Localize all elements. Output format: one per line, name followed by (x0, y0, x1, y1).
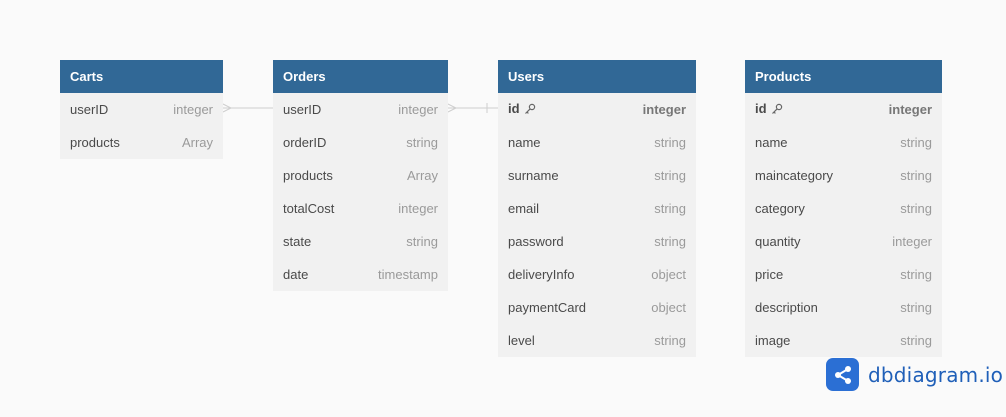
field-name: surname (508, 168, 559, 183)
field-name: quantity (755, 234, 801, 249)
table-header[interactable]: Orders (273, 60, 448, 93)
field-type: string (900, 201, 932, 216)
field-name: orderID (283, 135, 327, 150)
field-row[interactable]: paymentCard object (498, 291, 696, 324)
field-name: userID (70, 102, 109, 117)
primary-key-row[interactable]: id integer (745, 93, 942, 126)
field-name: image (755, 333, 791, 348)
field-type: integer (642, 102, 686, 117)
field-type: string (654, 168, 686, 183)
field-name: maincategory (755, 168, 834, 183)
table-products[interactable]: Products id integer name string maincate… (745, 60, 942, 357)
field-row[interactable]: orderID string (273, 126, 448, 159)
field-row[interactable]: image string (745, 324, 942, 357)
field-name: products (283, 168, 333, 183)
field-row[interactable]: level string (498, 324, 696, 357)
field-name: paymentCard (508, 300, 587, 315)
key-icon (771, 103, 783, 118)
field-type: string (654, 234, 686, 249)
field-type: string (654, 201, 686, 216)
field-row[interactable]: surname string (498, 159, 696, 192)
field-name: password (508, 234, 564, 249)
field-type: string (406, 234, 438, 249)
field-type: string (406, 135, 438, 150)
field-row[interactable]: deliveryInfo object (498, 258, 696, 291)
field-name: products (70, 135, 120, 150)
field-row[interactable]: maincategory string (745, 159, 942, 192)
field-type: string (900, 300, 932, 315)
field-type: integer (888, 102, 932, 117)
brand-text: dbdiagram.io (868, 362, 1004, 387)
field-name: state (283, 234, 312, 249)
table-header[interactable]: Products (745, 60, 942, 93)
field-row[interactable]: category string (745, 192, 942, 225)
field-type: string (654, 333, 686, 348)
field-row[interactable]: date timestamp (273, 258, 448, 291)
field-name: id (755, 101, 767, 117)
field-type: integer (398, 102, 438, 117)
primary-key-row[interactable]: id integer (498, 93, 696, 126)
field-name: totalCost (283, 201, 335, 216)
field-row[interactable]: name string (498, 126, 696, 159)
table-header[interactable]: Users (498, 60, 696, 93)
field-name: date (283, 267, 309, 282)
field-name: description (755, 300, 818, 315)
field-row[interactable]: email string (498, 192, 696, 225)
key-icon (524, 103, 536, 118)
field-row[interactable]: quantity integer (745, 225, 942, 258)
field-row[interactable]: state string (273, 225, 448, 258)
field-row[interactable]: totalCost integer (273, 192, 448, 225)
table-carts[interactable]: Carts userID integer products Array (60, 60, 223, 159)
field-type: Array (406, 168, 438, 183)
share-icon (826, 358, 859, 391)
table-orders[interactable]: Orders userID integer orderID string pro… (273, 60, 448, 291)
field-name: level (508, 333, 535, 348)
field-type: integer (398, 201, 438, 216)
field-name: userID (283, 102, 322, 117)
field-name: name (755, 135, 788, 150)
field-name: name (508, 135, 541, 150)
field-type: object (651, 267, 686, 282)
field-row[interactable]: description string (745, 291, 942, 324)
field-type: Array (181, 135, 213, 150)
field-type: string (900, 168, 932, 183)
field-row[interactable]: name string (745, 126, 942, 159)
field-name: id (508, 101, 520, 117)
table-header[interactable]: Carts (60, 60, 223, 93)
field-name: category (755, 201, 805, 216)
relationship-carts-orders (222, 103, 273, 113)
field-row[interactable]: price string (745, 258, 942, 291)
field-name: email (508, 201, 540, 216)
field-type: string (900, 135, 932, 150)
field-row[interactable]: userID integer (273, 93, 448, 126)
field-row[interactable]: userID integer (60, 93, 223, 126)
field-type: timestamp (378, 267, 438, 282)
table-users[interactable]: Users id integer name string surname str… (498, 60, 696, 357)
field-name-wrap: id (508, 101, 536, 117)
field-row[interactable]: products Array (273, 159, 448, 192)
field-type: object (651, 300, 686, 315)
field-row[interactable]: password string (498, 225, 696, 258)
field-name: deliveryInfo (508, 267, 575, 282)
field-type: integer (892, 234, 932, 249)
field-type: string (900, 267, 932, 282)
field-type: integer (173, 102, 213, 117)
relationship-orders-users (447, 103, 498, 113)
field-name: price (755, 267, 784, 282)
field-name-wrap: id (755, 101, 783, 117)
field-type: string (900, 333, 932, 348)
field-row[interactable]: products Array (60, 126, 223, 159)
dbdiagram-logo[interactable]: dbdiagram.io (826, 358, 1003, 391)
field-type: string (654, 135, 686, 150)
